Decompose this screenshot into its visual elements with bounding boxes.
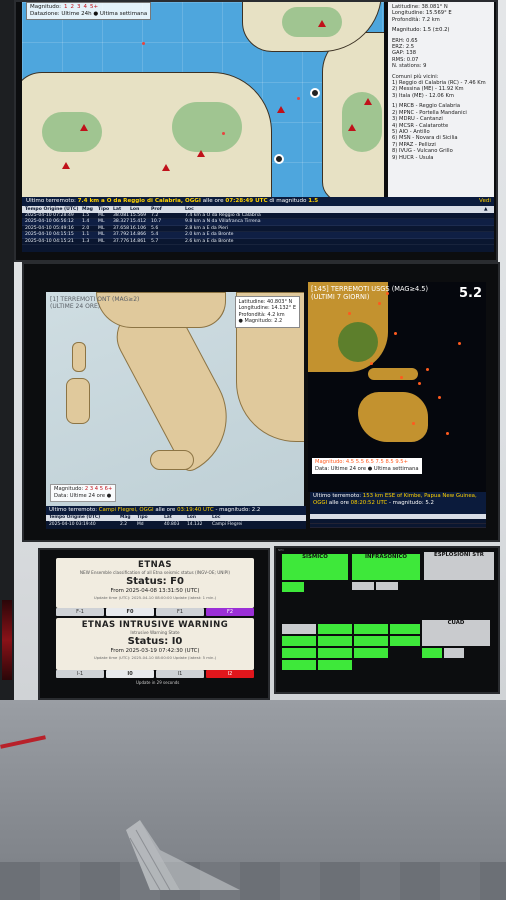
sismico-header: SISMICO (282, 554, 348, 580)
left-monitor-edge (0, 0, 14, 700)
level-f-1: F-1 (56, 608, 104, 616)
world-map-panel[interactable]: [145] TERREMOTI USGS (MAG≥4.5) (ULTIMI 7… (308, 282, 486, 492)
signal-cell (282, 582, 304, 592)
station-icon (348, 124, 356, 131)
signal-cell (318, 636, 352, 646)
earthquake-dot (222, 132, 225, 135)
station-icon (80, 124, 88, 131)
update-countdown: Update in 29 seconds (136, 680, 180, 685)
sardinia (66, 378, 90, 424)
quake-dot (446, 432, 449, 435)
signal-cell (318, 624, 352, 634)
intrusive-warning-status: Status: I0 (127, 636, 183, 647)
station-icon (277, 106, 285, 113)
station-icon (364, 98, 372, 105)
level-i1: I1 (156, 670, 204, 678)
corsica (72, 342, 86, 372)
signal-cell (352, 582, 374, 590)
signal-cell (282, 648, 316, 658)
cuad-panel: CUAD (422, 620, 490, 646)
etnas-status: Status: F0 (126, 576, 184, 587)
monitor-etnas-status: ETNAS NEW Ensemble classification of all… (38, 548, 270, 700)
table-row[interactable]: 2025-04-10 04:15:21 1.3 ML 37.776 14.861 5.7 2… (22, 239, 494, 245)
world-quake-table (310, 514, 486, 528)
metal-sculpture (126, 820, 240, 890)
station-icon (197, 150, 205, 157)
intrusive-warning-card: ETNAS INTRUSIVE WARNING Intrusive Warnin… (56, 618, 254, 670)
quake-dot (378, 302, 381, 305)
earthquake-table: Tempo Origine (UTC) Mag Tipo Lat Lon Pro… (22, 206, 494, 252)
signal-cell (318, 648, 352, 658)
table-row[interactable] (310, 524, 486, 528)
world-latest-magnitude: 5.2 (458, 286, 482, 301)
quake-dot (426, 368, 429, 371)
level-f2: F2 (206, 608, 254, 616)
station-icon (62, 162, 70, 169)
quake-dot (394, 332, 397, 335)
floor-stripe (0, 862, 506, 900)
quake-dot (458, 342, 461, 345)
italy-map-panel[interactable]: [1] TERREMOTI ONT (MAG≥2) (ULTIME 24 ORE… (46, 292, 304, 506)
latest-earthquake-banner: Ultimo terremoto: 7.4 km a O da Reggio d… (22, 197, 494, 206)
signal-cell (444, 648, 464, 658)
earthquake-dot (142, 42, 145, 45)
monitor-seismic-local: Magnitudo: 1 2 3 4 5+ Datazione: Ultime … (14, 0, 498, 262)
sicily (150, 450, 194, 470)
station-icon (318, 20, 326, 27)
monitor-volcano-signals: NEC SISMICO INFRASONICO ESPLOSIONI STR C… (274, 546, 500, 694)
esplosioni-header: ESPLOSIONI STR (424, 552, 494, 580)
nec-logo: NEC (278, 548, 285, 552)
level-i0: I0 (106, 670, 154, 678)
level-f1: F1 (156, 608, 204, 616)
world-latest-banner: Ultimo terremoto: 153 km ESE of Kimbe, P… (310, 492, 486, 514)
earthquake-info-panel: Latitudine: 38.081° N Longitudine: 15.56… (388, 2, 494, 197)
signal-cell (354, 648, 388, 658)
level-i-1: I-1 (56, 670, 104, 678)
reggio-marker[interactable] (310, 88, 320, 98)
signal-cell (282, 624, 316, 634)
signal-cell (390, 624, 420, 634)
monitor-seismic-world: [1] TERREMOTI ONT (MAG≥2) (ULTIME 24 ORE… (22, 262, 500, 542)
earthquake-dot (297, 97, 300, 100)
intrusive-level-bar: I-1 I0 I1 I2 (56, 670, 254, 678)
vedi-link[interactable]: Vedi (479, 197, 491, 206)
italy-panel-title: [1] TERREMOTI ONT (MAG≥2) (ULTIME 24 ORE… (50, 296, 140, 310)
strait-of-messina-map[interactable]: Magnitudo: 1 2 3 4 5+ Datazione: Ultime … (22, 2, 384, 197)
italy-quake-details: Latitudine: 40.803° N Longitudine: 14.13… (234, 296, 300, 328)
quake-dot (348, 312, 351, 315)
station-icon (162, 164, 170, 171)
quake-dot (418, 382, 421, 385)
etnas-title: ETNAS (138, 560, 172, 570)
level-i2: I2 (206, 670, 254, 678)
world-legend: Magnitudo: 4.5 5.5 6.5 7.5 8.5 9.5+ Data… (312, 458, 422, 474)
quake-dot (412, 422, 415, 425)
etnas-card: ETNAS NEW Ensemble classification of all… (56, 558, 254, 608)
signal-cell (318, 660, 352, 670)
signal-cell (390, 636, 420, 646)
italy-quake-table: Tempo Origine (UTC) Mag Tipo Lat Lon Loc… (46, 515, 306, 529)
signal-cell (422, 648, 442, 658)
map-legend: Magnitudo: 1 2 3 4 5+ Datazione: Ultime … (26, 2, 152, 20)
legend-data-line: Datazione: Ultime 24h ● Ultima settimana (30, 11, 148, 17)
signal-cell (354, 624, 388, 634)
messina-marker[interactable] (274, 154, 284, 164)
italy-latest-banner: Ultimo terremoto: Campi Flegrei, OGGI al… (46, 506, 306, 515)
intrusive-warning-title: ETNAS INTRUSIVE WARNING (81, 620, 229, 630)
quake-dot (400, 376, 403, 379)
table-row[interactable]: 2025-04-10 03:19:40 2.2 Md 40.803 14.132… (46, 521, 306, 528)
level-f0: F0 (106, 608, 154, 616)
infrasonico-header: INFRASONICO (352, 554, 420, 580)
quake-dot (438, 396, 441, 399)
australia-land (358, 392, 428, 442)
etnas-level-bar: F-1 F0 F1 F2 (56, 608, 254, 616)
signal-cell (282, 660, 316, 670)
quake-dot (370, 362, 373, 365)
signal-cell (354, 636, 388, 646)
table-header: Tempo Origine (UTC) Mag Tipo Lat Lon Pro… (22, 206, 494, 213)
world-panel-title: [145] TERREMOTI USGS (MAG≥4.5) (ULTIMI 7… (311, 285, 429, 301)
italy-legend: Magnitudo: 2 3 4 5 6+ Data: Ultime 24 or… (50, 484, 117, 502)
signal-cell (282, 636, 316, 646)
signal-cell (376, 582, 398, 590)
